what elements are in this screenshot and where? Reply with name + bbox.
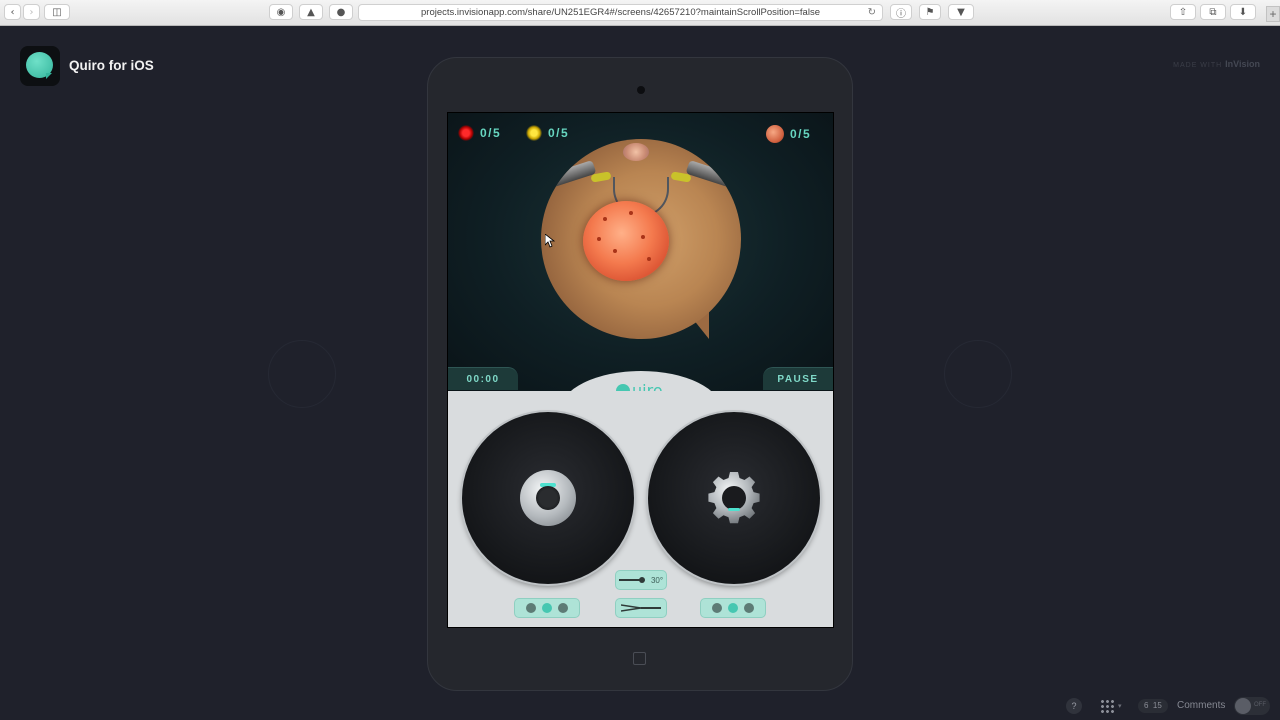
tumor-spot bbox=[641, 235, 645, 239]
hud-tumor-counter: 0/5 bbox=[766, 125, 811, 143]
tumor-spot bbox=[613, 249, 617, 253]
app-icon bbox=[20, 46, 60, 86]
ipad-camera bbox=[637, 86, 645, 94]
extension-icon-1[interactable]: ◉ bbox=[269, 4, 293, 20]
sidebar-icon[interactable]: ◫ bbox=[44, 4, 70, 20]
red-count: 0/5 bbox=[480, 126, 502, 140]
download-icon[interactable]: ⬇ bbox=[1230, 4, 1256, 20]
toggle-state: OFF bbox=[1254, 702, 1266, 708]
left-joystick-knob[interactable] bbox=[520, 470, 576, 526]
url-text: projects.invisionapp.com/share/UN251EGR4… bbox=[421, 7, 820, 18]
info-icon[interactable]: ⓘ bbox=[890, 4, 912, 20]
browser-toolbar: ‹ › ◫ ◉ ▲ ● projects.invisionapp.com/sha… bbox=[0, 0, 1280, 26]
pocket-icon[interactable]: ▼ bbox=[948, 4, 974, 20]
page-counter[interactable]: 6 15 bbox=[1138, 699, 1168, 713]
forward-icon[interactable]: › bbox=[23, 4, 40, 20]
hud-red-counter: 0/5 bbox=[458, 125, 501, 141]
red-burst-icon bbox=[458, 125, 474, 141]
tumor-spot bbox=[647, 257, 651, 261]
page-current: 6 bbox=[1144, 701, 1149, 710]
tumor-count: 0/5 bbox=[790, 127, 812, 141]
tumor-spot bbox=[597, 237, 601, 241]
page-total: 15 bbox=[1152, 701, 1162, 710]
game-viewport: 0/5 0/5 0/5 00:00 PAUSE bbox=[448, 113, 833, 391]
scissors-icon bbox=[621, 604, 661, 612]
right-selector-dot-3[interactable] bbox=[744, 603, 754, 613]
help-button[interactable]: ? bbox=[1066, 698, 1082, 714]
app-title: Quiro for iOS bbox=[69, 58, 154, 73]
made-with-badge[interactable]: MADE WITH InVision bbox=[1173, 59, 1260, 69]
toggle-thumb bbox=[1235, 698, 1251, 714]
left-joystick[interactable] bbox=[462, 412, 634, 584]
right-grasper-tool bbox=[685, 160, 741, 191]
angle-value: 30° bbox=[650, 575, 664, 585]
left-grasper-tool bbox=[541, 160, 597, 191]
tabs-icon[interactable]: ⧉ bbox=[1200, 4, 1226, 20]
left-tool-selector[interactable] bbox=[514, 598, 580, 618]
prototype-screen[interactable]: 0/5 0/5 0/5 00:00 PAUSE 30° bbox=[447, 112, 834, 628]
tumor-spot bbox=[629, 211, 633, 215]
app-icon-tail bbox=[46, 73, 52, 79]
timer: 00:00 bbox=[448, 367, 518, 390]
comments-label[interactable]: Comments bbox=[1177, 700, 1225, 711]
scope-angle-icon bbox=[618, 577, 645, 583]
invision-logo: InVision bbox=[1225, 59, 1260, 69]
tumor-icon bbox=[766, 125, 784, 143]
reload-icon[interactable]: ↻ bbox=[868, 5, 876, 20]
prev-screen-button[interactable] bbox=[268, 340, 336, 408]
next-screen-button[interactable] bbox=[944, 340, 1012, 408]
right-selector-dot-2[interactable] bbox=[728, 603, 738, 613]
ipad-home-button[interactable] bbox=[633, 652, 646, 665]
new-tab-icon[interactable]: + bbox=[1266, 6, 1280, 22]
tumor-target[interactable] bbox=[583, 201, 669, 281]
gear-knob-icon[interactable] bbox=[706, 470, 762, 526]
comments-toggle[interactable]: OFF bbox=[1234, 697, 1270, 715]
right-joystick[interactable] bbox=[648, 412, 820, 584]
pause-button[interactable]: PAUSE bbox=[763, 367, 833, 390]
chevron-down-icon[interactable]: ▾ bbox=[1118, 702, 1122, 710]
extension-icon-2[interactable]: ▲ bbox=[299, 4, 323, 20]
yellow-count: 0/5 bbox=[548, 126, 570, 140]
tumor-spot bbox=[603, 217, 607, 221]
made-with-label: MADE WITH bbox=[1173, 62, 1223, 69]
left-selector-dot-3[interactable] bbox=[558, 603, 568, 613]
screens-grid-icon[interactable] bbox=[1100, 699, 1114, 713]
yellow-burst-icon bbox=[526, 125, 542, 141]
extension-icon-3[interactable]: ● bbox=[329, 4, 353, 20]
back-icon[interactable]: ‹ bbox=[4, 4, 21, 20]
angle-control[interactable]: 30° bbox=[615, 570, 667, 590]
hud-yellow-counter: 0/5 bbox=[526, 125, 569, 141]
tissue-nub bbox=[623, 143, 649, 161]
left-selector-dot-1[interactable] bbox=[526, 603, 536, 613]
bookmark-flag-icon[interactable]: ⚑ bbox=[919, 4, 941, 20]
right-tool-selector[interactable] bbox=[700, 598, 766, 618]
knob-center bbox=[536, 486, 560, 510]
right-selector-dot-1[interactable] bbox=[712, 603, 722, 613]
endoscope-view[interactable] bbox=[541, 139, 741, 339]
left-selector-dot-2[interactable] bbox=[542, 603, 552, 613]
share-icon[interactable]: ⇧ bbox=[1170, 4, 1196, 20]
address-bar[interactable]: projects.invisionapp.com/share/UN251EGR4… bbox=[358, 4, 883, 21]
scissors-tool-button[interactable] bbox=[615, 598, 667, 618]
